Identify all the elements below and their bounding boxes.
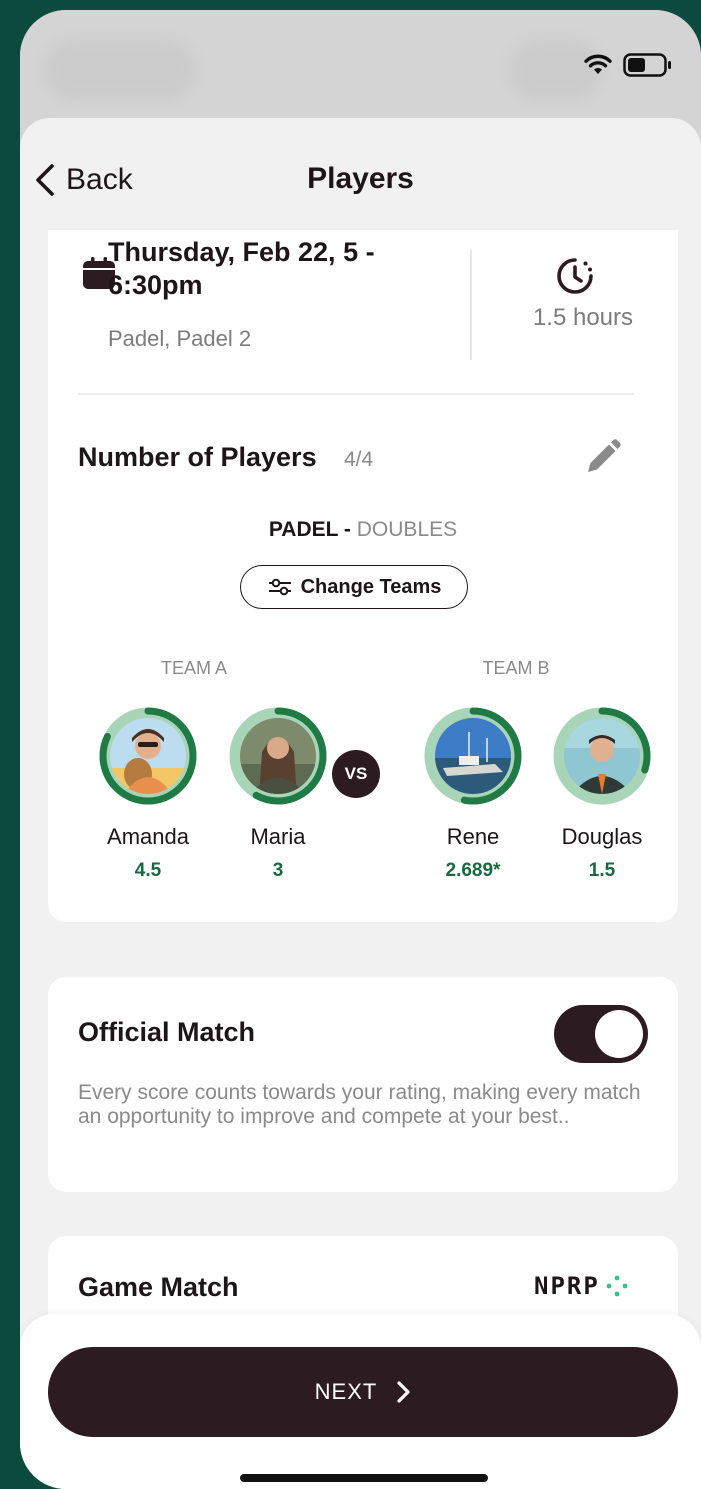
player-douglas[interactable]: Douglas 1.5 xyxy=(532,704,672,882)
next-label: NEXT xyxy=(314,1379,378,1404)
pencil-icon[interactable] xyxy=(582,438,622,478)
vertical-divider xyxy=(470,250,472,360)
player-avatar xyxy=(96,704,200,808)
official-match-description: Every score counts towards your rating, … xyxy=(78,1081,641,1128)
player-name: Rene xyxy=(446,824,500,849)
home-indicator xyxy=(240,1474,488,1482)
page-title: Players xyxy=(307,162,414,195)
match-type: DOUBLES xyxy=(356,518,458,541)
vs-badge: VS xyxy=(332,750,380,798)
booking-duration: 1.5 hours xyxy=(532,304,634,331)
change-teams-label: Change Teams xyxy=(300,575,442,598)
booking-date: Thursday, Feb 22, 5 - 6:30pm xyxy=(108,237,375,300)
game-match-title: Game Match xyxy=(78,1272,239,1302)
match-format-separator: - xyxy=(338,518,357,541)
players-sheet: Back Players Thursday, Feb 22, 5 - 6:30p… xyxy=(20,118,701,1489)
sparkle-dots-icon xyxy=(606,1275,628,1297)
match-details-card: Thursday, Feb 22, 5 - 6:30pm Padel, Pade… xyxy=(48,230,678,922)
phone-frame: Back Players Thursday, Feb 22, 5 - 6:30p… xyxy=(20,10,701,1489)
avatar-photo xyxy=(240,718,316,794)
navigation-bar: Back Players xyxy=(20,118,701,230)
player-avatar xyxy=(421,704,525,808)
player-maria[interactable]: Maria 3 xyxy=(208,704,348,882)
player-name: Maria xyxy=(250,824,306,849)
player-amanda[interactable]: Amanda 4.5 xyxy=(78,704,218,882)
match-format: PADEL - DOUBLES xyxy=(48,518,678,542)
battery-icon xyxy=(623,53,671,77)
bottom-action-bar: NEXT xyxy=(20,1314,701,1489)
next-button[interactable]: NEXT xyxy=(48,1347,678,1437)
player-name: Amanda xyxy=(107,824,189,849)
avatar-photo xyxy=(564,718,640,794)
nprp-logo: NPRP xyxy=(534,1272,628,1300)
booking-venue: Padel, Padel 2 xyxy=(108,326,252,351)
status-bar-blur-left xyxy=(45,40,195,100)
match-sport: PADEL xyxy=(268,518,339,541)
chevron-right-icon xyxy=(397,1381,410,1403)
team-b-label: TEAM B xyxy=(482,658,550,678)
players-count: 4/4 xyxy=(344,448,374,471)
player-avatar xyxy=(550,704,654,808)
change-teams-button[interactable]: Change Teams xyxy=(240,565,468,609)
toggle-knob xyxy=(595,1010,643,1058)
official-match-title: Official Match xyxy=(78,1017,256,1047)
player-rating: 2.689* xyxy=(445,860,501,881)
clock-icon xyxy=(557,258,593,294)
player-avatar xyxy=(226,704,330,808)
player-rating: 3 xyxy=(272,860,284,881)
section-divider xyxy=(78,393,634,395)
wifi-icon xyxy=(584,54,612,74)
official-match-toggle[interactable] xyxy=(554,1005,648,1063)
player-name: Douglas xyxy=(561,824,643,849)
avatar-photo xyxy=(110,718,186,794)
player-rene[interactable]: Rene 2.689* xyxy=(403,704,543,882)
player-rating: 4.5 xyxy=(134,860,162,881)
player-rating: 1.5 xyxy=(588,860,616,881)
nprp-logo-text: NPRP xyxy=(534,1272,600,1300)
team-a-label: TEAM A xyxy=(160,658,227,678)
avatar-photo xyxy=(435,718,511,794)
status-bar xyxy=(20,10,701,120)
official-match-card: Official Match Every score counts toward… xyxy=(48,977,678,1192)
sliders-icon xyxy=(268,578,291,596)
players-heading: Number of Players xyxy=(78,442,317,472)
